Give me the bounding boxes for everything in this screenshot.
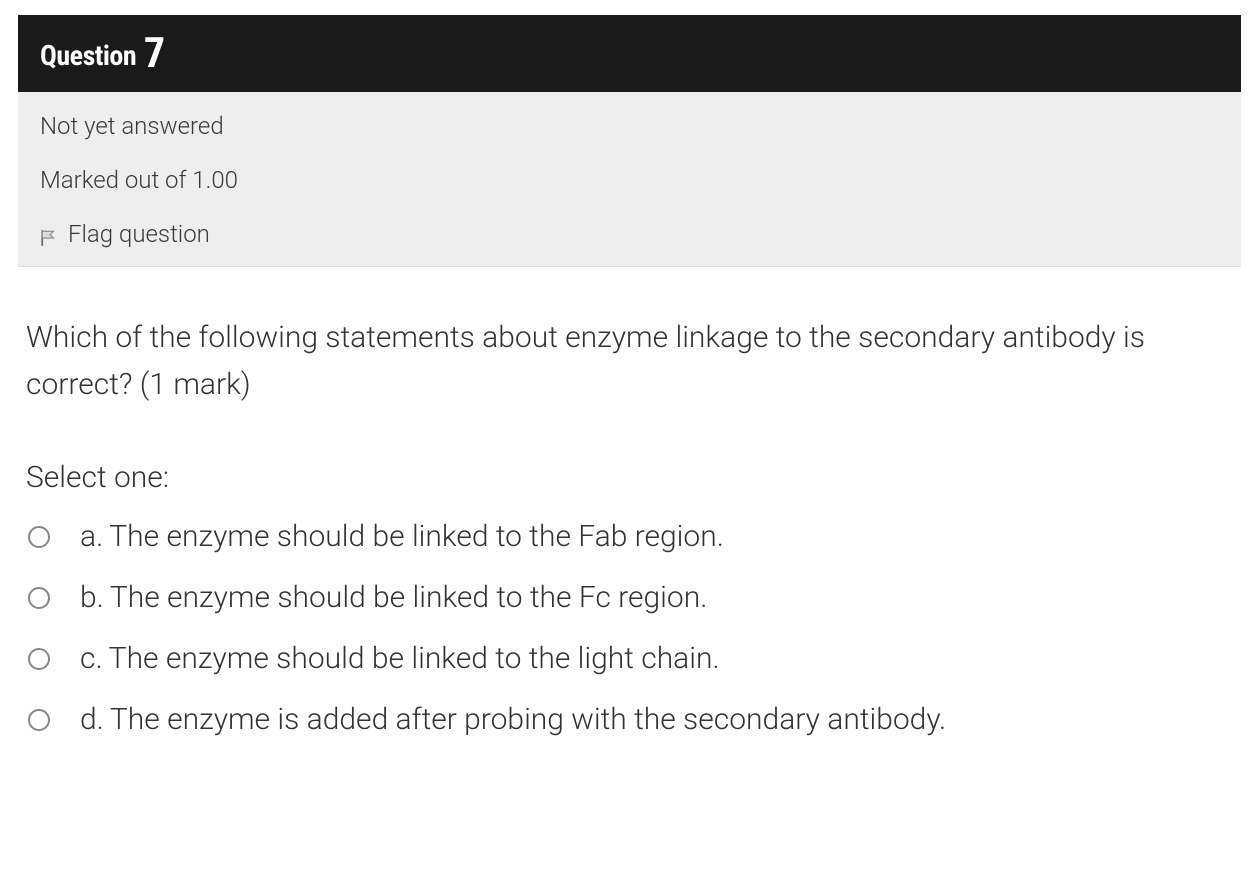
option-letter: d. bbox=[80, 702, 104, 737]
option-text: a.The enzyme should be linked to the Fab… bbox=[80, 519, 724, 554]
option-label: The enzyme is added after probing with t… bbox=[110, 702, 946, 737]
option-text: b.The enzyme should be linked to the Fc … bbox=[80, 580, 707, 615]
question-number: 7 bbox=[144, 29, 165, 78]
options-list: a.The enzyme should be linked to the Fab… bbox=[26, 519, 1233, 737]
select-prompt: Select one: bbox=[26, 460, 1233, 495]
option-label: The enzyme should be linked to the Fab r… bbox=[109, 519, 724, 554]
question-header: Question 7 bbox=[18, 15, 1241, 92]
option-text: d.The enzyme is added after probing with… bbox=[80, 702, 946, 737]
option-letter: c. bbox=[80, 641, 103, 676]
option-c[interactable]: c.The enzyme should be linked to the lig… bbox=[26, 641, 1233, 676]
option-a[interactable]: a.The enzyme should be linked to the Fab… bbox=[26, 519, 1233, 554]
option-text: c.The enzyme should be linked to the lig… bbox=[80, 641, 720, 676]
flag-question-link[interactable]: Flag question bbox=[40, 220, 1219, 248]
option-label: The enzyme should be linked to the light… bbox=[109, 641, 720, 676]
radio-icon bbox=[28, 709, 50, 731]
status-text: Not yet answered bbox=[40, 112, 1219, 140]
radio-icon bbox=[28, 526, 50, 548]
option-b[interactable]: b.The enzyme should be linked to the Fc … bbox=[26, 580, 1233, 615]
radio-icon bbox=[28, 587, 50, 609]
question-meta: Not yet answered Marked out of 1.00 Flag… bbox=[18, 92, 1241, 267]
option-d[interactable]: d.The enzyme is added after probing with… bbox=[26, 702, 1233, 737]
question-container: Question 7 Not yet answered Marked out o… bbox=[18, 15, 1241, 757]
flag-icon bbox=[40, 225, 58, 243]
option-letter: b. bbox=[80, 580, 104, 615]
option-label: The enzyme should be linked to the Fc re… bbox=[110, 580, 708, 615]
option-letter: a. bbox=[80, 519, 103, 554]
radio-icon bbox=[28, 648, 50, 670]
question-text: Which of the following statements about … bbox=[26, 315, 1233, 408]
question-label: Question bbox=[40, 39, 136, 72]
marks-text: Marked out of 1.00 bbox=[40, 166, 1219, 194]
flag-label: Flag question bbox=[68, 220, 210, 248]
question-body: Which of the following statements about … bbox=[18, 267, 1241, 757]
